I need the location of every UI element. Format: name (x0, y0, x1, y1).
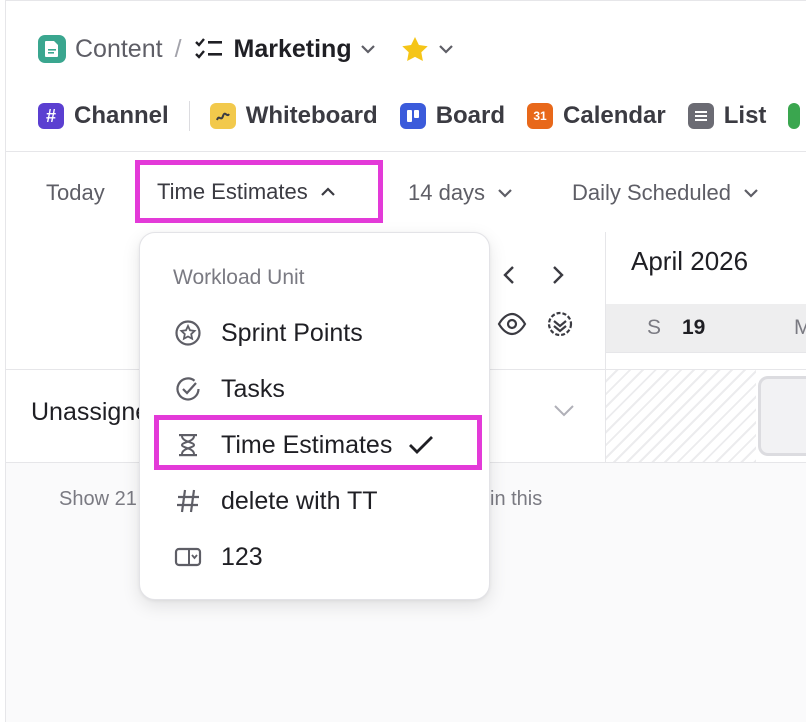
workload-view: Content / Marketing # Channel Whiteboard (0, 0, 806, 722)
chevron-down-icon[interactable] (553, 404, 575, 423)
show-text-right: in this (490, 488, 543, 510)
menu-item-label: Sprint Points (221, 318, 363, 347)
range-label: 14 days (408, 180, 486, 205)
month-label: April 2026 (631, 246, 749, 276)
star-chevron-icon[interactable] (438, 44, 454, 54)
doc-icon (38, 35, 66, 63)
tab-channel[interactable]: # Channel (38, 102, 169, 130)
tab-label: List (723, 102, 767, 129)
chevron-left-icon[interactable] (502, 264, 516, 291)
field-icon (173, 542, 203, 572)
capacity-icon[interactable] (546, 310, 574, 343)
breadcrumb-list[interactable]: Marketing (234, 35, 352, 64)
day-strip (606, 304, 806, 352)
day-strip-divider (606, 352, 806, 353)
selected-item-highlight (154, 415, 482, 470)
tab-whiteboard[interactable]: Whiteboard (209, 102, 378, 130)
menu-item-delete-with-tt[interactable]: delete with TT (173, 481, 473, 521)
breadcrumb: Content / Marketing (38, 30, 454, 68)
chevron-up-icon (320, 186, 336, 197)
sprint-points-icon (173, 318, 203, 348)
workload-unit-button[interactable]: Time Estimates (135, 160, 383, 223)
range-button[interactable]: 14 days (408, 176, 513, 210)
workload-unit-label: Time Estimates (157, 178, 308, 204)
calendar-icon: 31 (527, 103, 554, 129)
chevron-down-icon[interactable] (360, 44, 376, 54)
tab-label: Board (435, 102, 506, 129)
board-icon (399, 103, 426, 129)
view-tabs: # Channel Whiteboard Board 31 Calendar L… (38, 96, 806, 136)
menu-title: Workload Unit (173, 266, 305, 289)
tab-label: Calendar (563, 102, 666, 129)
tab-more[interactable] (788, 103, 806, 129)
weekend-hatch (606, 370, 756, 462)
chevron-down-icon (743, 188, 759, 198)
menu-item-sprint-points[interactable]: Sprint Points (173, 313, 473, 353)
tab-calendar[interactable]: 31 Calendar (527, 102, 666, 130)
tab-board[interactable]: Board (399, 102, 506, 130)
day-letter: S (647, 316, 662, 339)
menu-item-123[interactable]: 123 (173, 537, 473, 577)
schedule-mode-label: Daily Scheduled (572, 180, 731, 205)
tab-list[interactable]: List (687, 102, 767, 130)
checklist-icon (194, 37, 224, 61)
eye-icon[interactable] (497, 311, 527, 342)
day-number: 19 (682, 316, 706, 339)
tabs-divider (6, 151, 806, 152)
breadcrumb-space[interactable]: Content (75, 35, 163, 64)
star-icon[interactable] (400, 35, 430, 63)
hash-icon (173, 486, 203, 516)
schedule-mode-button[interactable]: Daily Scheduled (572, 176, 759, 210)
breadcrumb-separator: / (174, 34, 182, 63)
whiteboard-icon (209, 103, 236, 129)
chevron-right-icon[interactable] (551, 264, 565, 291)
tab-label: Channel (74, 102, 169, 129)
next-day-letter: M (794, 316, 806, 339)
list-icon (687, 103, 714, 129)
menu-item-tasks[interactable]: Tasks (173, 369, 473, 409)
check-circle-icon (173, 374, 203, 404)
show-text-left: Show 21 (59, 488, 137, 510)
hash-icon: # (38, 103, 64, 129)
more-view-icon (788, 103, 801, 129)
chevron-down-icon (497, 188, 513, 198)
today-button[interactable]: Today (46, 176, 105, 210)
menu-item-label: Tasks (221, 374, 285, 403)
workload-slot[interactable] (758, 376, 806, 456)
tab-divider (188, 101, 190, 131)
menu-item-label: 123 (221, 542, 263, 571)
tab-label: Whiteboard (245, 102, 378, 129)
top-border (5, 0, 806, 1)
menu-item-label: delete with TT (221, 486, 378, 515)
